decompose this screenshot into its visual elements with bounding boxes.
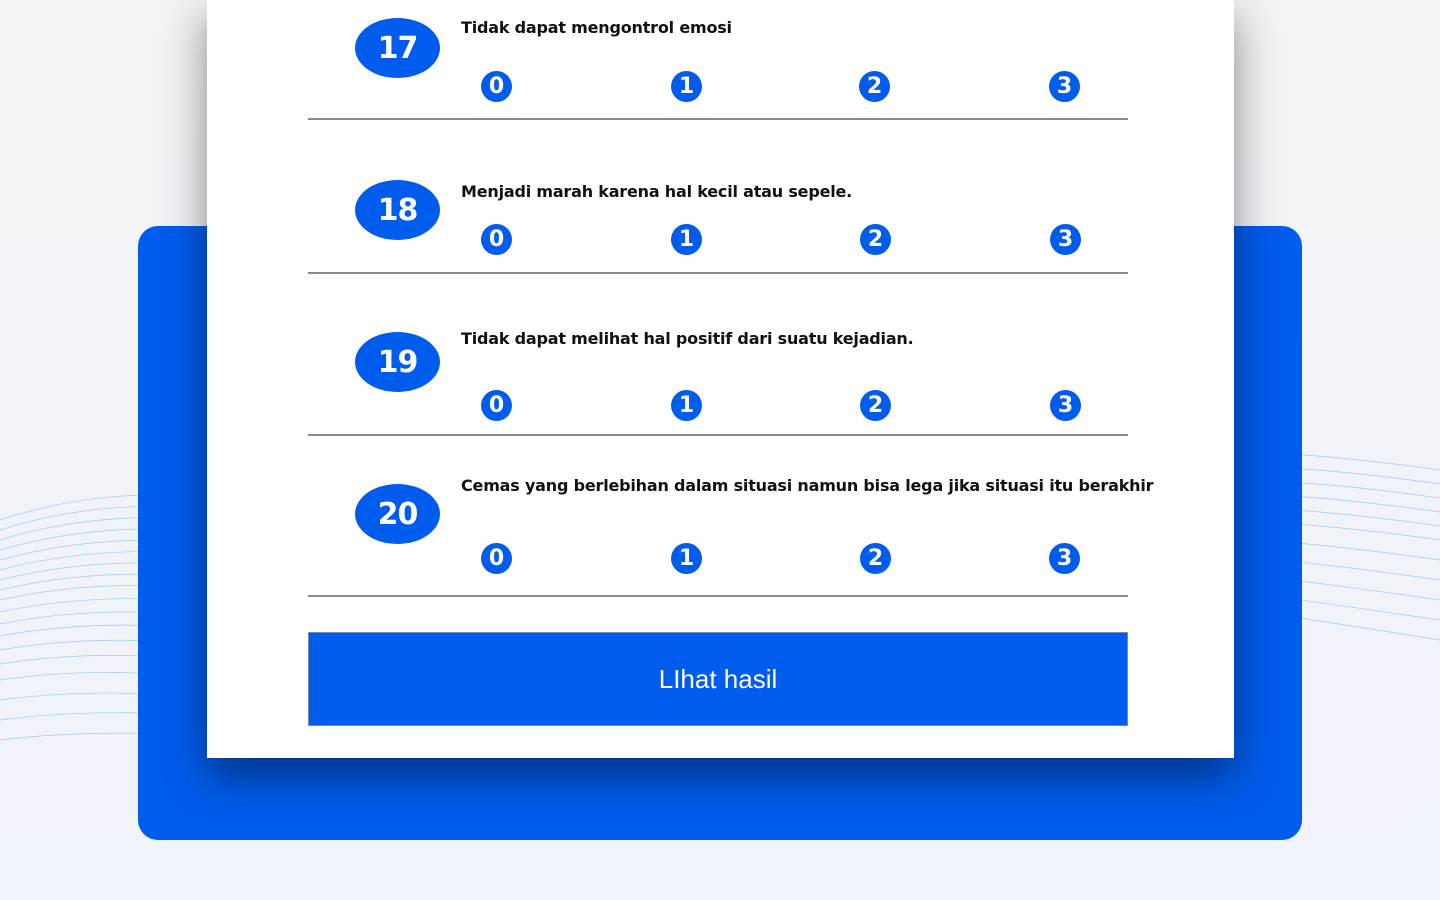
- divider: [308, 118, 1128, 120]
- divider: [308, 272, 1128, 274]
- question-text: Tidak dapat melihat hal positif dari sua…: [461, 329, 914, 348]
- option-0-radio[interactable]: 0: [481, 390, 512, 421]
- option-3-radio[interactable]: 3: [1049, 71, 1080, 102]
- divider: [308, 434, 1128, 436]
- question-text: Tidak dapat mengontrol emosi: [461, 18, 732, 37]
- option-2-radio[interactable]: 2: [860, 543, 891, 574]
- see-results-button[interactable]: LIhat hasil: [308, 632, 1128, 726]
- option-0-radio[interactable]: 0: [481, 224, 512, 255]
- option-3-radio[interactable]: 3: [1050, 224, 1081, 255]
- question-text: Cemas yang berlebihan dalam situasi namu…: [461, 476, 1154, 495]
- option-1-radio[interactable]: 1: [671, 71, 702, 102]
- option-3-radio[interactable]: 3: [1050, 390, 1081, 421]
- question-number-badge: 17: [355, 18, 440, 78]
- divider: [308, 595, 1128, 597]
- option-2-radio[interactable]: 2: [860, 390, 891, 421]
- question-number-badge: 19: [355, 332, 440, 392]
- question-number-badge: 20: [355, 484, 440, 544]
- option-2-radio[interactable]: 2: [860, 224, 891, 255]
- question-number-badge: 18: [355, 180, 440, 240]
- question-text: Menjadi marah karena hal kecil atau sepe…: [461, 182, 853, 201]
- option-1-radio[interactable]: 1: [671, 390, 702, 421]
- option-0-radio[interactable]: 0: [481, 71, 512, 102]
- option-2-radio[interactable]: 2: [859, 71, 890, 102]
- option-1-radio[interactable]: 1: [671, 224, 702, 255]
- questionnaire-card: 17 Tidak dapat mengontrol emosi 0 1 2 3 …: [207, 0, 1234, 758]
- option-0-radio[interactable]: 0: [481, 543, 512, 574]
- option-1-radio[interactable]: 1: [671, 543, 702, 574]
- option-3-radio[interactable]: 3: [1049, 543, 1080, 574]
